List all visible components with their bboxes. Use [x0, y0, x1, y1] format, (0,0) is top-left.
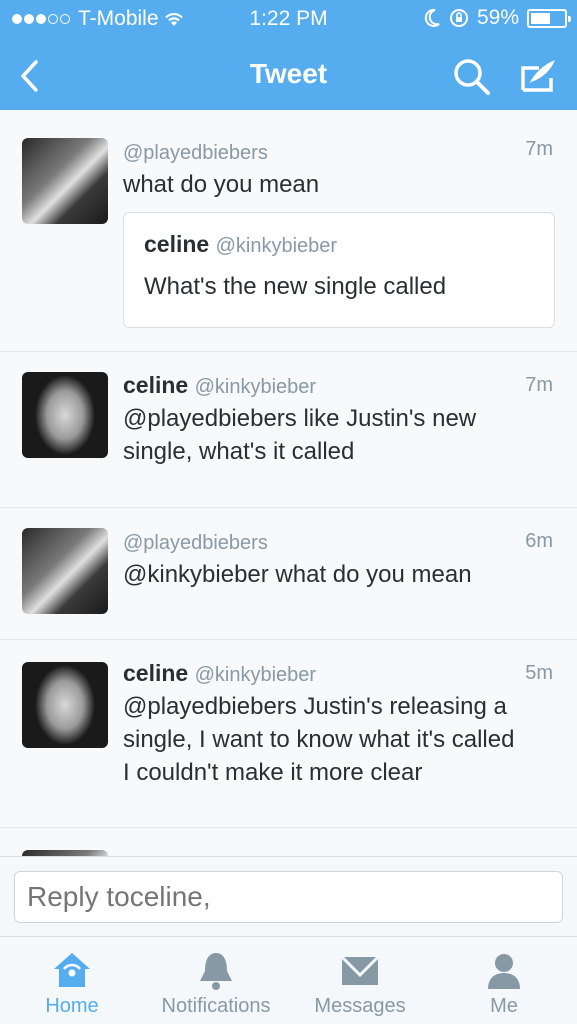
tab-me[interactable]: Me	[432, 937, 576, 1024]
reply-bar	[0, 856, 577, 936]
envelope-icon	[340, 955, 380, 985]
tweet-item[interactable]: celine @kinkybieber 7m @playedbiebers li…	[0, 352, 577, 508]
tweet-handle: @playedbiebers	[123, 532, 268, 554]
tab-label: Messages	[314, 995, 406, 1017]
status-bar: T-Mobile 1:22 PM 59%	[0, 0, 577, 36]
avatar[interactable]	[22, 138, 108, 224]
tweet-author-name: celine	[123, 372, 189, 398]
home-icon	[54, 953, 90, 987]
tab-label: Home	[45, 995, 99, 1017]
quoted-handle: @kinkybieber	[215, 235, 338, 257]
search-icon	[454, 59, 490, 95]
tweet-author[interactable]: @playedbiebers	[123, 528, 268, 555]
quoted-text: What's the new single called	[144, 273, 447, 300]
avatar[interactable]	[22, 528, 108, 614]
tweet-item[interactable]	[0, 828, 577, 856]
tweet-author[interactable]: @playedbiebers	[123, 138, 268, 165]
tweet-item[interactable]: @playedbiebers 6m @kinkybieber what do y…	[0, 508, 577, 640]
tab-label: Notifications	[161, 995, 271, 1017]
tweet-text: @playedbiebers Justin's releasing a sing…	[123, 690, 543, 789]
tweet-text-line: @playedbiebers Justin's releasing a	[123, 693, 507, 720]
avatar[interactable]	[22, 372, 108, 458]
tweet-thread[interactable]: @playedbiebers 7m what do you mean celin…	[0, 118, 577, 856]
quoted-name: celine	[144, 231, 210, 257]
tweet-text-line: single, what's it called	[123, 438, 355, 465]
tweet-text: @playedbiebers like Justin's new single,…	[123, 402, 543, 468]
tab-bar: Home Notifications Messages Me	[0, 936, 577, 1024]
tweet-time: 7m	[525, 374, 553, 396]
battery-icon	[527, 8, 571, 28]
tweet-text-line: I couldn't make it more clear	[123, 759, 423, 786]
tweet-time: 5m	[525, 662, 553, 684]
tweet-text: @kinkybieber what do you mean	[123, 561, 472, 588]
top-bar: T-Mobile 1:22 PM 59% Tweet	[0, 0, 577, 110]
status-right: 59%	[423, 6, 571, 30]
tweet-handle: @kinkybieber	[194, 376, 317, 398]
moon-icon	[424, 8, 440, 27]
search-button[interactable]	[451, 56, 493, 98]
tweet-text: what do you mean	[123, 171, 320, 198]
tweet-text-line: @playedbiebers like Justin's new	[123, 405, 477, 432]
tweet-item[interactable]: celine @kinkybieber 5m @playedbiebers Ju…	[0, 640, 577, 828]
person-icon	[488, 954, 520, 989]
reply-input[interactable]	[14, 871, 563, 923]
quoted-tweet[interactable]: celine @kinkybieber What's the new singl…	[123, 212, 555, 328]
tweet-time: 7m	[525, 138, 553, 160]
tab-label: Me	[490, 995, 518, 1017]
quoted-author[interactable]: celine @kinkybieber	[144, 231, 337, 258]
tweet-text-line: single, I want to know what it's called	[123, 726, 515, 753]
avatar[interactable]	[22, 662, 108, 748]
tab-notifications[interactable]: Notifications	[144, 937, 288, 1024]
tweet-handle[interactable]: @playedbiebers	[123, 142, 268, 164]
tab-messages[interactable]: Messages	[288, 937, 432, 1024]
tweet-item[interactable]: @playedbiebers 7m what do you mean celin…	[0, 118, 577, 352]
rotation-lock-icon	[449, 9, 468, 27]
tweet-time: 6m	[525, 530, 553, 552]
compose-button[interactable]	[517, 54, 559, 96]
battery-percent: 59%	[476, 6, 519, 29]
tweet-handle: @kinkybieber	[194, 664, 317, 686]
tab-home[interactable]: Home	[0, 937, 144, 1024]
bell-icon	[200, 953, 232, 990]
compose-quill-icon	[521, 60, 555, 92]
nav-bar: Tweet	[0, 40, 577, 110]
tweet-author[interactable]: celine @kinkybieber	[123, 372, 316, 399]
tweet-author[interactable]: celine @kinkybieber	[123, 660, 316, 687]
tweet-author-name: celine	[123, 660, 189, 686]
